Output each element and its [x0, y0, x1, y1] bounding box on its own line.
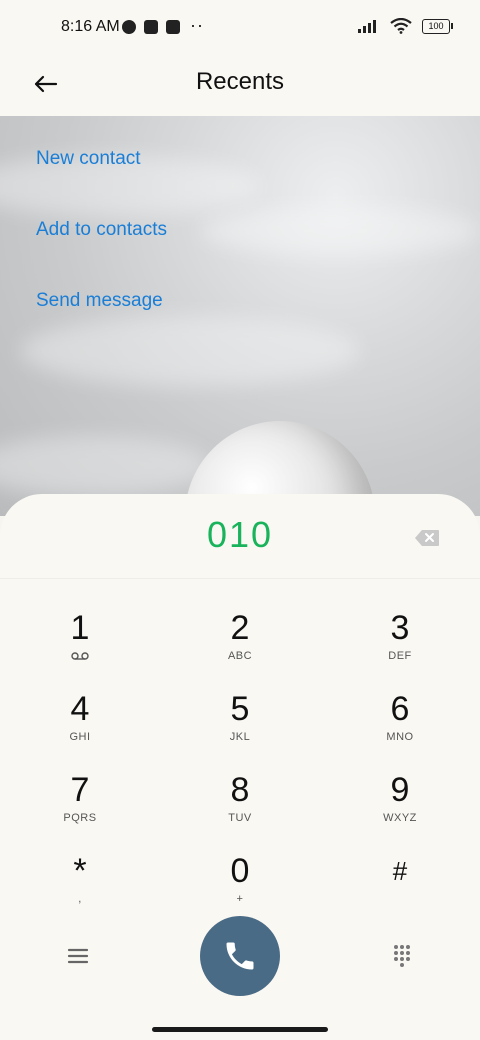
app-bar: Recents — [0, 56, 480, 116]
key-digit: * — [73, 852, 87, 890]
key-digit: 8 — [230, 771, 250, 809]
key-4[interactable]: 4 GHI — [20, 689, 140, 759]
key-letters: , — [78, 893, 82, 905]
dialed-number: 010 — [206, 514, 274, 555]
home-indicator[interactable] — [152, 1027, 328, 1032]
key-7[interactable]: 7 PQRS — [20, 770, 140, 840]
key-8[interactable]: 8 TUV — [180, 770, 300, 840]
key-2[interactable]: 2 ABC — [180, 608, 300, 678]
key-letters: JKL — [229, 731, 251, 743]
voicemail-icon — [71, 652, 89, 660]
key-letters: TUV — [228, 812, 252, 824]
key-digit: 0 — [230, 852, 250, 890]
key-letters: MNO — [386, 731, 414, 743]
status-bar: 8:16 AM ·· 100 — [0, 0, 480, 56]
status-right-icons: 100 — [358, 18, 453, 34]
upload-notification-icon — [166, 20, 180, 34]
key-letters: + — [236, 893, 244, 905]
key-letters: PQRS — [63, 812, 97, 824]
key-digit: 7 — [70, 771, 90, 809]
battery-level: 100 — [428, 21, 444, 31]
key-letters — [340, 893, 460, 907]
key-letters: WXYZ — [383, 812, 417, 824]
key-letters: ABC — [227, 650, 253, 662]
signal-icon — [358, 20, 376, 33]
key-6[interactable]: 6 MNO — [340, 689, 460, 759]
key-5[interactable]: 5 JKL — [180, 689, 300, 759]
key-digit: 4 — [70, 690, 90, 728]
status-time: 8:16 AM — [61, 18, 120, 35]
more-notifications-icon: ·· — [190, 15, 204, 35]
key-digit: 6 — [390, 690, 410, 728]
page-title: Recents — [195, 68, 285, 95]
key-hash[interactable]: # — [340, 851, 460, 921]
key-0[interactable]: 0 + — [180, 851, 300, 921]
key-digit: 9 — [390, 771, 410, 809]
battery-icon: 100 — [422, 18, 453, 34]
key-digit: 2 — [230, 609, 250, 647]
key-9[interactable]: 9 WXYZ — [340, 770, 460, 840]
key-1[interactable]: 1 — [20, 608, 140, 678]
key-3[interactable]: 3 DEF — [340, 608, 460, 678]
key-digit: 1 — [70, 609, 90, 647]
key-letters: GHI — [69, 731, 91, 743]
wifi-icon — [390, 18, 412, 34]
call-button[interactable] — [200, 916, 280, 996]
key-digit: # — [392, 856, 408, 886]
divider — [0, 578, 480, 579]
key-star[interactable]: * , — [20, 851, 140, 921]
key-letters: DEF — [388, 650, 412, 662]
add-to-contacts-link[interactable]: Add to contacts — [36, 219, 167, 241]
app-notification-icon — [122, 20, 136, 34]
backspace-icon[interactable] — [414, 529, 440, 547]
key-digit: 3 — [390, 609, 410, 647]
dialpad-icon[interactable] — [388, 942, 416, 970]
phone-icon — [226, 942, 254, 970]
square-notification-icon — [144, 20, 158, 34]
menu-icon[interactable] — [64, 942, 92, 970]
wallpaper-background — [0, 116, 480, 516]
key-digit: 5 — [230, 690, 250, 728]
send-message-link[interactable]: Send message — [36, 290, 163, 312]
new-contact-link[interactable]: New contact — [36, 148, 141, 170]
status-notification-icons — [122, 20, 180, 34]
